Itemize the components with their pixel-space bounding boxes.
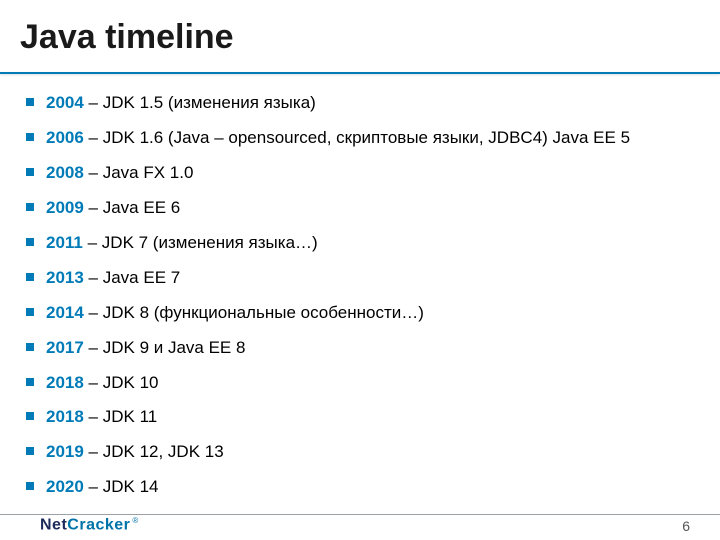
timeline-year: 2013 — [46, 268, 84, 287]
timeline-desc: – JDK 8 (функциональные особенности…) — [84, 303, 424, 322]
timeline-year: 2004 — [46, 93, 84, 112]
timeline-desc: – Java EE 6 — [84, 198, 180, 217]
list-item: 2008 – Java FX 1.0 — [20, 162, 700, 185]
page-number: 6 — [682, 518, 690, 534]
list-item: 2009 – Java EE 6 — [20, 197, 700, 220]
list-item: 2017 – JDK 9 и Java EE 8 — [20, 337, 700, 360]
timeline-desc: – Java FX 1.0 — [84, 163, 194, 182]
list-item: 2014 – JDK 8 (функциональные особенности… — [20, 302, 700, 325]
list-item: 2018 – JDK 11 — [20, 406, 700, 429]
timeline-year: 2008 — [46, 163, 84, 182]
logo-registered: ® — [132, 516, 138, 525]
list-item: 2013 – Java EE 7 — [20, 267, 700, 290]
footer: NetCracker® 6 — [0, 494, 720, 540]
timeline-year: 2018 — [46, 373, 84, 392]
timeline-desc: – JDK 11 — [84, 407, 157, 426]
list-item: 2011 – JDK 7 (изменения языка…) — [20, 232, 700, 255]
content-area: 2004 – JDK 1.5 (изменения языка) 2006 – … — [20, 92, 700, 511]
list-item: 2018 – JDK 10 — [20, 372, 700, 395]
timeline-year: 2018 — [46, 407, 84, 426]
timeline-year: 2006 — [46, 128, 84, 147]
timeline-year: 2017 — [46, 338, 84, 357]
logo-part-cracker: Cracker — [67, 516, 130, 533]
timeline-year: 2009 — [46, 198, 84, 217]
list-item: 2006 – JDK 1.6 (Java – opensourced, скри… — [20, 127, 700, 150]
list-item: 2004 – JDK 1.5 (изменения языка) — [20, 92, 700, 115]
title-divider — [0, 72, 720, 74]
timeline-year: 2019 — [46, 442, 84, 461]
timeline-desc: – JDK 1.6 (Java – opensourced, скриптовы… — [84, 128, 630, 147]
timeline-desc: – Java EE 7 — [84, 268, 180, 287]
slide-title: Java timeline — [20, 18, 234, 57]
timeline-year: 2011 — [46, 233, 83, 252]
timeline-desc: – JDK 1.5 (изменения языка) — [84, 93, 316, 112]
logo-part-net: Net — [40, 516, 67, 533]
timeline-year: 2014 — [46, 303, 84, 322]
timeline-desc: – JDK 7 (изменения языка…) — [83, 233, 318, 252]
timeline-desc: – JDK 9 и Java EE 8 — [84, 338, 246, 357]
slide: Java timeline 2004 – JDK 1.5 (изменения … — [0, 0, 720, 540]
timeline-list: 2004 – JDK 1.5 (изменения языка) 2006 – … — [20, 92, 700, 499]
timeline-desc: – JDK 10 — [84, 373, 159, 392]
netcracker-logo: NetCracker® — [40, 516, 139, 534]
list-item: 2019 – JDK 12, JDK 13 — [20, 441, 700, 464]
timeline-desc: – JDK 12, JDK 13 — [84, 442, 224, 461]
